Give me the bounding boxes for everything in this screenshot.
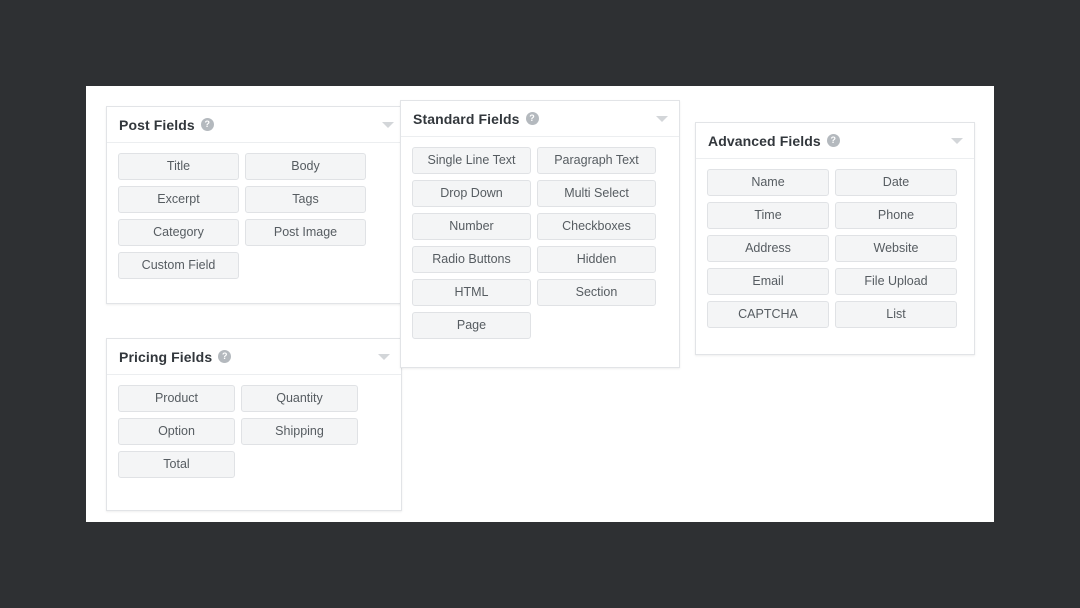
field-button-captcha[interactable]: CAPTCHA — [707, 301, 829, 328]
field-button-excerpt[interactable]: Excerpt — [118, 186, 239, 213]
chevron-down-icon[interactable] — [656, 115, 668, 122]
field-button-checkboxes[interactable]: Checkboxes — [537, 213, 656, 240]
field-button-title[interactable]: Title — [118, 153, 239, 180]
chevron-down-icon[interactable] — [378, 353, 390, 360]
field-button-website[interactable]: Website — [835, 235, 957, 262]
panel-standard-fields: Standard Fields ? Single Line Text Paragr… — [400, 100, 680, 368]
chevron-down-icon[interactable] — [382, 121, 394, 128]
panel-pricing-fields-body: Product Quantity Option Shipping Total — [107, 375, 401, 510]
field-button-body[interactable]: Body — [245, 153, 366, 180]
field-button-tags[interactable]: Tags — [245, 186, 366, 213]
field-button-product[interactable]: Product — [118, 385, 235, 412]
panel-pricing-fields-header[interactable]: Pricing Fields ? — [107, 339, 401, 375]
field-button-shipping[interactable]: Shipping — [241, 418, 358, 445]
field-button-html[interactable]: HTML — [412, 279, 531, 306]
panel-post-fields-header[interactable]: Post Fields ? — [107, 107, 405, 143]
panel-advanced-fields: Advanced Fields ? Name Date Time Phone Addre… — [695, 122, 975, 355]
field-button-email[interactable]: Email — [707, 268, 829, 295]
panel-standard-fields-header[interactable]: Standard Fields ? — [401, 101, 679, 137]
field-button-page[interactable]: Page — [412, 312, 531, 339]
field-button-time[interactable]: Time — [707, 202, 829, 229]
panel-pricing-fields-title: Pricing Fields — [119, 348, 213, 365]
panel-advanced-fields-title: Advanced Fields — [708, 132, 821, 149]
field-button-total[interactable]: Total — [118, 451, 235, 478]
field-button-radio-buttons[interactable]: Radio Buttons — [412, 246, 531, 273]
field-button-post-image[interactable]: Post Image — [245, 219, 366, 246]
help-circle-icon[interactable]: ? — [200, 118, 214, 131]
help-circle-icon[interactable]: ? — [826, 134, 840, 147]
field-button-name[interactable]: Name — [707, 169, 829, 196]
field-button-paragraph-text[interactable]: Paragraph Text — [537, 147, 656, 174]
form-editor-canvas: Post Fields ? Title Body Excerpt Tags Catego… — [86, 86, 994, 522]
field-button-file-upload[interactable]: File Upload — [835, 268, 957, 295]
chevron-down-icon[interactable] — [951, 137, 963, 144]
panel-post-fields-body: Title Body Excerpt Tags Category Post Image Cu… — [107, 143, 405, 303]
panel-standard-fields-title: Standard Fields — [413, 110, 520, 127]
field-button-quantity[interactable]: Quantity — [241, 385, 358, 412]
field-button-option[interactable]: Option — [118, 418, 235, 445]
field-button-single-line-text[interactable]: Single Line Text — [412, 147, 531, 174]
field-button-address[interactable]: Address — [707, 235, 829, 262]
panel-advanced-fields-body: Name Date Time Phone Address Website Email File… — [696, 159, 974, 354]
panel-pricing-fields: Pricing Fields ? Product Quantity Option Sh… — [106, 338, 402, 511]
field-button-hidden[interactable]: Hidden — [537, 246, 656, 273]
field-button-drop-down[interactable]: Drop Down — [412, 180, 531, 207]
field-button-number[interactable]: Number — [412, 213, 531, 240]
panel-standard-fields-body: Single Line Text Paragraph Text Drop Down M… — [401, 137, 679, 367]
field-button-category[interactable]: Category — [118, 219, 239, 246]
field-button-custom-field[interactable]: Custom Field — [118, 252, 239, 279]
help-circle-icon[interactable]: ? — [218, 350, 232, 363]
panel-post-fields-title: Post Fields — [119, 116, 195, 133]
field-button-list[interactable]: List — [835, 301, 957, 328]
panel-post-fields: Post Fields ? Title Body Excerpt Tags Catego… — [106, 106, 406, 304]
field-button-section[interactable]: Section — [537, 279, 656, 306]
field-button-phone[interactable]: Phone — [835, 202, 957, 229]
help-circle-icon[interactable]: ? — [525, 112, 539, 125]
field-button-date[interactable]: Date — [835, 169, 957, 196]
field-button-multi-select[interactable]: Multi Select — [537, 180, 656, 207]
panel-advanced-fields-header[interactable]: Advanced Fields ? — [696, 123, 974, 159]
